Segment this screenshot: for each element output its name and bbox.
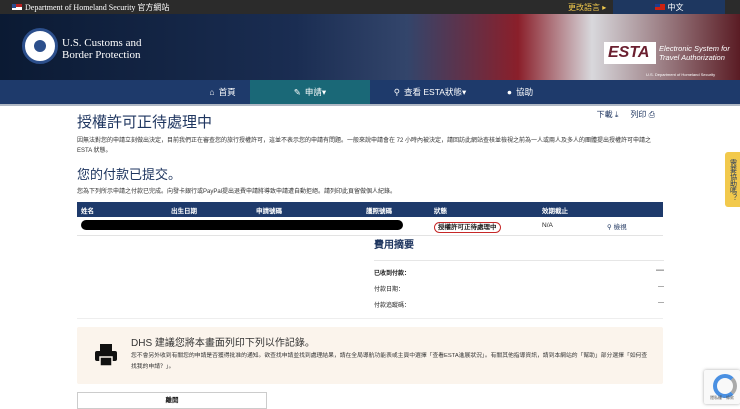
payment-title: 您的付款已提交。 (77, 167, 182, 182)
agency-line2: Border Protection (62, 49, 141, 61)
divider (77, 318, 663, 319)
header-banner: U.S. Customs and Border Protection ESTA E… (0, 14, 740, 80)
change-language-link[interactable]: 更改語言 ▸ (568, 2, 606, 13)
view-link[interactable]: ⚲ 檢視 (607, 224, 627, 231)
home-icon: ⌂ (209, 87, 215, 97)
print-notice: DHS 建議您將本畫面列印下列以作記錄。 您不會另外收到有關您的申請是否獲得批准… (77, 327, 663, 384)
page-title: 授權許可正待處理中 (77, 114, 213, 131)
col-app-number: 申請號碼 (252, 202, 362, 217)
nav-help[interactable]: ● 協助 (490, 80, 550, 104)
esta-sub: U.S. Department of Homeland Security (646, 72, 716, 77)
recaptcha-links[interactable]: 隱私權・條款 (704, 395, 740, 401)
col-dob: 出生日期 (167, 202, 252, 217)
expiry-value: N/A (538, 217, 603, 236)
redacted-info (81, 219, 403, 230)
nav-home[interactable]: ⌂ 首頁 (195, 80, 250, 104)
col-name: 姓名 (77, 202, 167, 217)
fee-row: 已收到付款： ---- (374, 268, 664, 277)
nav-apply[interactable]: ✎ 申請▾ (250, 80, 370, 104)
notice-text: 您不會另外收到有關您的申請是否獲得批准的通知。欲查找申請並找到處理結果，請在全局… (131, 353, 648, 370)
fee-row: 付款追蹤碼： --- (374, 300, 664, 309)
nav-label: 查看 ESTA狀態▾ (404, 87, 467, 97)
esta-line1: Electronic System for (659, 44, 730, 53)
print-icon: ⎙ (648, 110, 655, 119)
nav-label: 協助 (516, 87, 534, 97)
cbp-logo-text[interactable]: U.S. Customs and Border Protection (62, 37, 141, 61)
esta-logo[interactable]: ESTA Electronic System for Travel Authori… (604, 42, 730, 77)
notice-title: DHS 建議您將本畫面列印下列以作記錄。 (131, 338, 315, 349)
main-nav: ⌂ 首頁 ✎ 申請▾ ⚲ 查看 ESTA狀態▾ ● 協助 (0, 80, 740, 106)
nav-label: 申請▾ (304, 87, 327, 97)
col-expiry: 效期截止 (538, 202, 603, 217)
table-row: 授權許可正待處理中 N/A ⚲ 檢視 (77, 217, 663, 236)
esta-logo-mark: ESTA (604, 42, 656, 64)
nav-check-status[interactable]: ⚲ 查看 ESTA狀態▾ (370, 80, 490, 104)
esta-line2: Travel Authorization (659, 53, 725, 62)
agency-line1: U.S. Customs and (62, 37, 142, 49)
payment-text: 您為下列所示申請之付款已完成。向發卡銀行或PayPal提出退費申請將導致申請遭自… (77, 189, 397, 195)
us-flag-icon (12, 4, 22, 10)
language-label: 中文 (667, 2, 684, 12)
search-icon: ⚲ (393, 86, 401, 97)
download-icon: ⤓ (614, 110, 619, 119)
top-bar: Department of Homeland Security 官方網站 更改語… (0, 0, 740, 14)
help-side-tab[interactable]: 需要協助嗎？ (725, 152, 740, 207)
col-status: 狀態 (430, 202, 538, 217)
fee-row: 付款日期： --- (374, 284, 664, 293)
print-link[interactable]: 列印 ⎙ (630, 109, 655, 120)
fee-summary: 費用摘要 已收到付款： ---- 付款日期： --- 付款追蹤碼： --- (374, 236, 664, 309)
leave-button[interactable]: 離開 (77, 392, 267, 409)
dhs-seal-logo[interactable] (22, 28, 58, 64)
main-content: 下載 ⤓ 列印 ⎙ 授權許可正待處理中 因無法對您的申請立刻做出決定，目前我們正… (77, 108, 663, 236)
recaptcha-badge[interactable]: 隱私權・條款 (704, 370, 740, 404)
nav-label: 首頁 (218, 87, 236, 97)
language-selector[interactable]: 中文 (613, 0, 725, 14)
col-passport: 護照號碼 (362, 202, 430, 217)
search-icon: ⚲ (607, 223, 612, 231)
taiwan-flag-icon (654, 4, 665, 10)
col-action (603, 202, 663, 217)
dhs-label: Department of Homeland Security 官方網站 (25, 2, 170, 12)
printer-icon (95, 344, 117, 367)
download-link[interactable]: 下載 ⤓ (597, 109, 619, 120)
pencil-icon: ✎ (293, 86, 301, 97)
status-badge: 授權許可正待處理中 (434, 221, 501, 233)
help-icon: ● (506, 87, 513, 97)
status-description: 因無法對您的申請立刻做出決定，目前我們正在審查您的旅行授權許可，這並不表示您的申… (77, 138, 652, 154)
application-table: 姓名 出生日期 申請號碼 護照號碼 狀態 效期截止 授權許可正待處理中 N/A … (77, 202, 663, 236)
fee-summary-title: 費用摘要 (374, 236, 664, 261)
